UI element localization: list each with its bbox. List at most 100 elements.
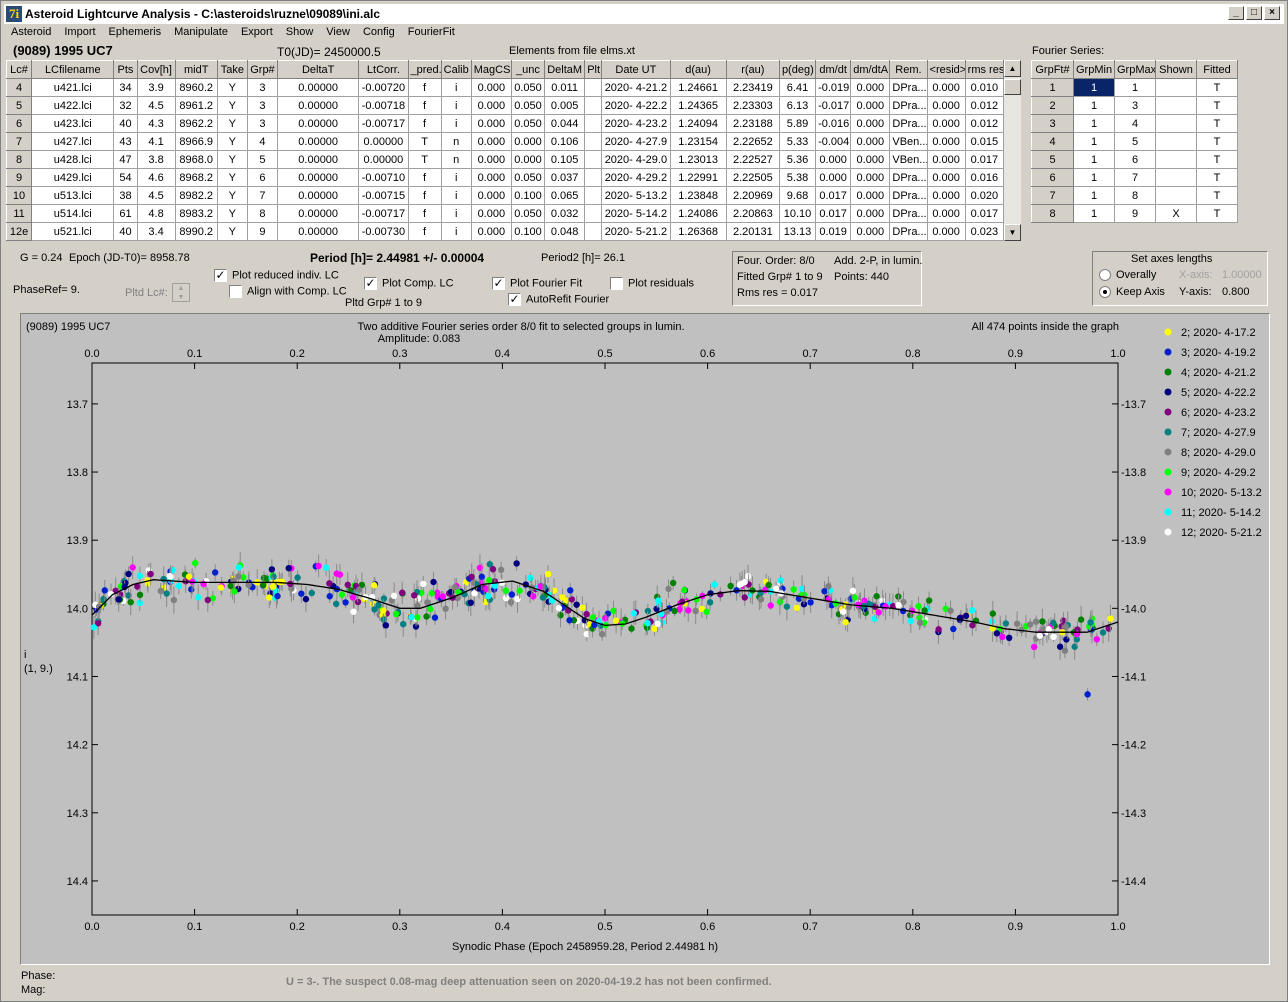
fourier-table-cell[interactable]: X bbox=[1155, 204, 1197, 223]
lc-table-cell[interactable]: f bbox=[407, 96, 442, 115]
lc-table-cell[interactable]: 2020- 4-23.2 bbox=[601, 114, 671, 133]
lc-table-cell[interactable]: 0.065 bbox=[544, 186, 586, 205]
lc-table-row[interactable]: 11 u514.lci 61 4.8 8983.2 Y 8 0.00000 -0.00717 f i… bbox=[5, 204, 1005, 223]
lc-table-cell[interactable]: 2020- 4-29.0 bbox=[601, 150, 671, 169]
lc-table-cell[interactable]: 0.000 bbox=[926, 96, 966, 115]
lc-table-cell[interactable]: 0.000 bbox=[470, 132, 512, 151]
lc-table-cell[interactable]: 0.023 bbox=[964, 222, 1005, 241]
lc-table-cell[interactable]: 32 bbox=[113, 96, 138, 115]
lc-table-cell[interactable]: 2020- 5-14.2 bbox=[601, 204, 671, 223]
lc-table-cell[interactable]: f bbox=[407, 168, 442, 187]
lc-table-header[interactable]: DeltaT bbox=[277, 60, 360, 79]
lc-table-cell[interactable]: 9.68 bbox=[778, 186, 817, 205]
menu-asteroid[interactable]: Asteroid bbox=[4, 25, 57, 42]
lc-table-cell[interactable] bbox=[584, 132, 603, 151]
lc-table-cell[interactable]: 0.000 bbox=[926, 186, 966, 205]
lc-table-cell[interactable]: Y bbox=[216, 204, 248, 223]
lc-table-cell[interactable]: 8960.2 bbox=[174, 78, 218, 97]
lc-table-cell[interactable]: 0.020 bbox=[964, 186, 1005, 205]
lc-table-cell[interactable]: 8 bbox=[5, 150, 33, 169]
lc-table-cell[interactable] bbox=[584, 186, 603, 205]
fourier-table-row[interactable]: 314 T bbox=[1031, 114, 1238, 133]
lc-table-cell[interactable]: 7 bbox=[5, 132, 33, 151]
lc-table-cell[interactable]: -0.019 bbox=[815, 78, 852, 97]
lc-table-cell[interactable]: DPra... bbox=[889, 222, 928, 241]
lc-table-cell[interactable]: 2.23419 bbox=[725, 78, 780, 97]
yaxis-value[interactable]: 0.800 bbox=[1222, 286, 1250, 298]
lc-table-cell[interactable]: 1.24094 bbox=[669, 114, 727, 133]
lc-table-cell[interactable]: 1.24086 bbox=[669, 204, 727, 223]
align-comp-checkbox[interactable]: Align with Comp. LC bbox=[229, 285, 347, 298]
lc-table-cell[interactable]: i bbox=[440, 96, 472, 115]
lc-table-cell[interactable] bbox=[584, 168, 603, 187]
lc-table-cell[interactable]: i bbox=[440, 114, 472, 133]
fourier-table-cell[interactable]: 7 bbox=[1031, 186, 1074, 205]
lc-table-cell[interactable]: 2020- 5-21.2 bbox=[601, 222, 671, 241]
lc-table-cell[interactable]: Y bbox=[216, 132, 248, 151]
lc-table-cell[interactable]: 2.23303 bbox=[725, 96, 780, 115]
fourier-table-row[interactable]: 415 T bbox=[1031, 132, 1238, 151]
lc-table-header[interactable]: MagCS bbox=[470, 60, 512, 79]
lc-table-cell[interactable]: 2.20863 bbox=[725, 204, 780, 223]
lc-table-cell[interactable]: 0.000 bbox=[850, 96, 891, 115]
lc-table-cell[interactable]: 2.20131 bbox=[725, 222, 780, 241]
lc-table-cell[interactable]: 0.000 bbox=[850, 204, 891, 223]
lc-table-header[interactable]: LtCorr. bbox=[358, 60, 409, 79]
lc-table-cell[interactable]: 2020- 4-29.2 bbox=[601, 168, 671, 187]
lc-table-cell[interactable]: 0.000 bbox=[850, 150, 891, 169]
fourier-table-cell[interactable] bbox=[1155, 114, 1197, 133]
fourier-table-cell[interactable]: T bbox=[1196, 114, 1238, 133]
lc-table-cell[interactable]: 0.048 bbox=[544, 222, 586, 241]
fourier-table-cell[interactable]: 1 bbox=[1031, 78, 1074, 97]
lc-table-cell[interactable]: 0.100 bbox=[510, 186, 546, 205]
fourier-table-cell[interactable]: 8 bbox=[1031, 204, 1074, 223]
fourier-table-cell[interactable] bbox=[1155, 132, 1197, 151]
lc-table-cell[interactable]: -0.00730 bbox=[358, 222, 409, 241]
lc-table-cell[interactable]: 3 bbox=[246, 114, 279, 133]
lc-table-row[interactable]: 7 u427.lci 43 4.1 8966.9 Y 4 0.00000 0.00000 Tn 0.… bbox=[5, 132, 1005, 151]
lc-table-cell[interactable] bbox=[584, 78, 603, 97]
lc-table-cell[interactable]: 0.050 bbox=[510, 96, 546, 115]
lc-table-cell[interactable]: 8961.2 bbox=[174, 96, 218, 115]
lc-table-cell[interactable]: 0.032 bbox=[544, 204, 586, 223]
lc-table-cell[interactable]: 0.000 bbox=[926, 114, 966, 133]
lc-table-cell[interactable]: 0.017 bbox=[964, 204, 1005, 223]
lc-table-cell[interactable]: DPra... bbox=[889, 114, 928, 133]
lc-table-cell[interactable]: 4.3 bbox=[136, 114, 176, 133]
autorefit-checkbox[interactable]: ✓ AutoRefit Fourier bbox=[508, 293, 609, 306]
lc-table-cell[interactable]: 13.13 bbox=[778, 222, 817, 241]
scroll-up-button[interactable]: ▲ bbox=[1004, 60, 1021, 77]
fourier-table-cell[interactable]: 1 bbox=[1073, 186, 1115, 205]
menu-manipulate[interactable]: Manipulate bbox=[167, 25, 234, 42]
fourier-table-cell[interactable]: T bbox=[1196, 204, 1238, 223]
lc-table-header[interactable]: dm/dt bbox=[815, 60, 852, 79]
fourier-table-cell[interactable]: 4 bbox=[1114, 114, 1156, 133]
lc-table-cell[interactable]: 54 bbox=[113, 168, 138, 187]
lc-table-cell[interactable] bbox=[584, 114, 603, 133]
lc-table-header[interactable]: Calib bbox=[440, 60, 472, 79]
lc-table-cell[interactable]: 0.00000 bbox=[277, 168, 360, 187]
lc-table-cell[interactable]: 0.000 bbox=[470, 150, 512, 169]
lc-table-cell[interactable]: i bbox=[440, 168, 472, 187]
lc-table-cell[interactable]: 0.000 bbox=[926, 150, 966, 169]
lc-table-cell[interactable]: 0.000 bbox=[470, 78, 512, 97]
fourier-table[interactable]: GrpFt# GrpMin GrpMax Shown Fitted 111T213T31… bbox=[1031, 60, 1238, 223]
lc-table-cell[interactable]: 6 bbox=[5, 114, 33, 133]
fourier-table-cell[interactable]: 3 bbox=[1114, 96, 1156, 115]
lc-table-cell[interactable]: 0.000 bbox=[470, 222, 512, 241]
lc-table-cell[interactable]: -0.00717 bbox=[358, 204, 409, 223]
lc-table-cell[interactable]: 2020- 4-27.9 bbox=[601, 132, 671, 151]
lc-table-cell[interactable]: 0.000 bbox=[850, 132, 891, 151]
lc-table-row[interactable]: 5 u422.lci 32 4.5 8961.2 Y 3 0.00000 -0.00718 f i 0… bbox=[5, 96, 1005, 115]
lc-table-cell[interactable]: f bbox=[407, 222, 442, 241]
lc-table-cell[interactable]: u521.lci bbox=[31, 222, 115, 241]
minimize-button[interactable]: _ bbox=[1228, 6, 1244, 20]
lc-table-cell[interactable]: 11 bbox=[5, 204, 33, 223]
lc-table-cell[interactable]: 10.10 bbox=[778, 204, 817, 223]
fourier-table-cell[interactable]: 3 bbox=[1031, 114, 1074, 133]
lc-table-cell[interactable]: 0.100 bbox=[510, 222, 546, 241]
lc-table-cell[interactable]: DPra... bbox=[889, 204, 928, 223]
lc-table-cell[interactable]: 1.24661 bbox=[669, 78, 727, 97]
lc-table-cell[interactable]: 3 bbox=[246, 78, 279, 97]
lc-table-cell[interactable]: 0.00000 bbox=[277, 96, 360, 115]
